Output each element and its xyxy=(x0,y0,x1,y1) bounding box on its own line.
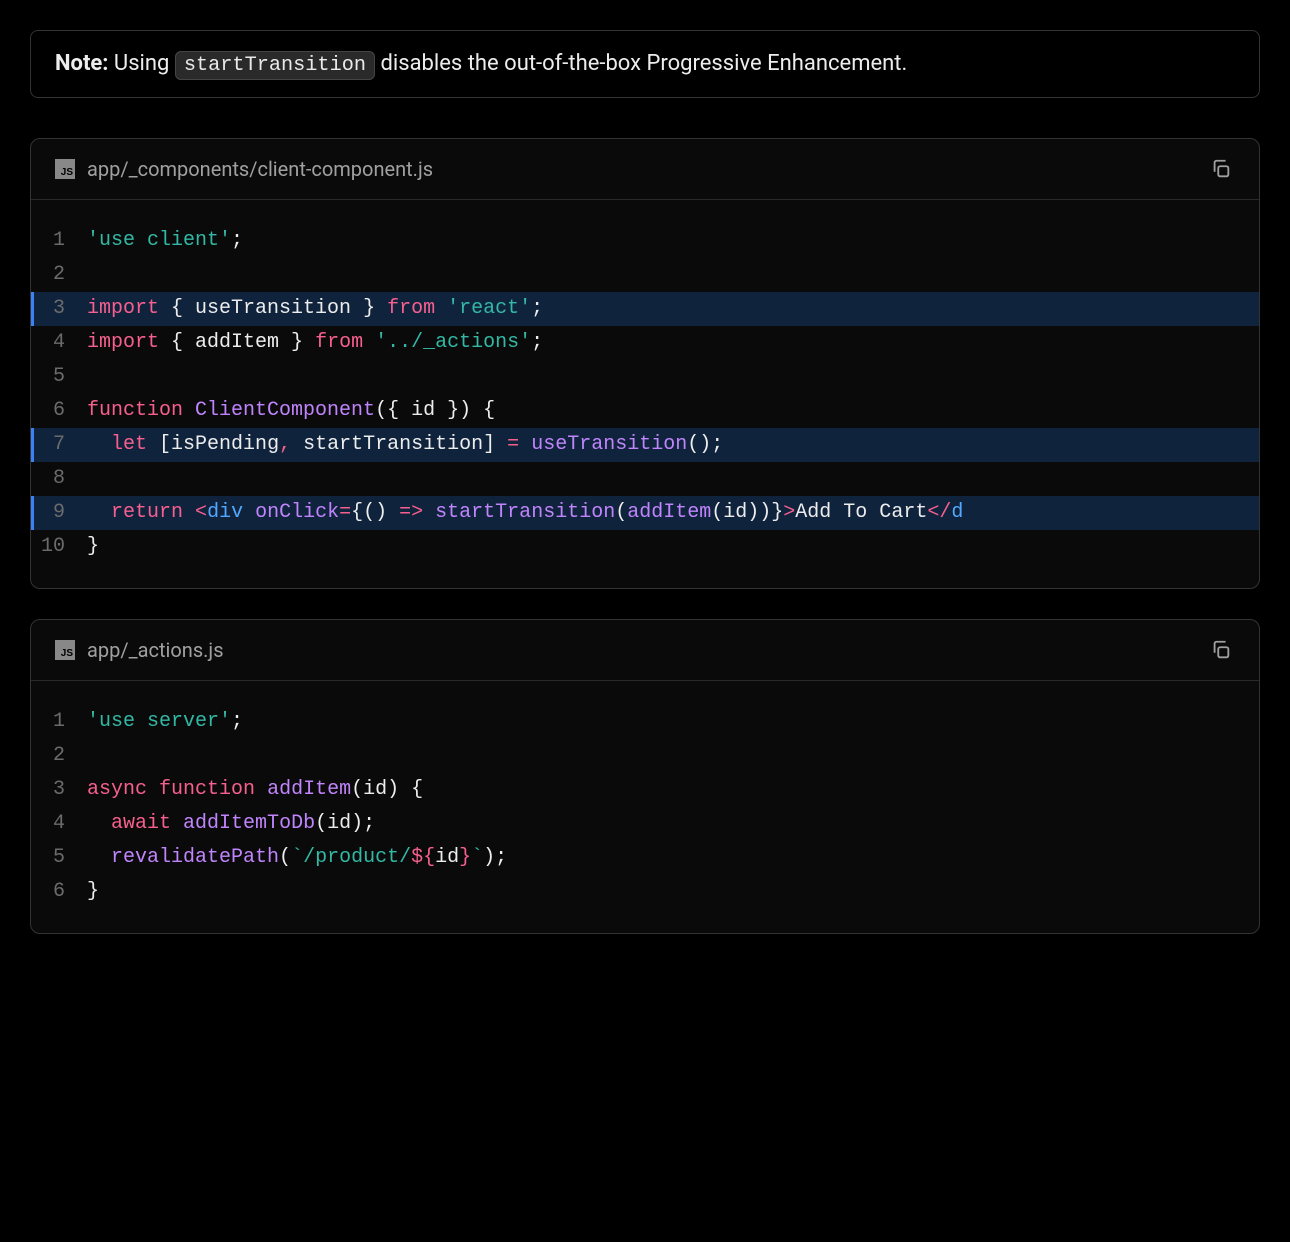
line-content: import { useTransition } from 'react'; xyxy=(87,292,543,326)
line-number: 4 xyxy=(31,326,87,360)
code-header: JS app/_actions.js xyxy=(31,620,1259,681)
code-block: JS app/_actions.js 1'use server';23async f… xyxy=(30,619,1260,934)
filename: app/_components/client-component.js xyxy=(87,157,433,181)
code-line: 10} xyxy=(31,530,1259,564)
line-content: let [isPending, startTransition] = useTr… xyxy=(87,428,723,462)
code-line: 7 let [isPending, startTransition] = use… xyxy=(31,428,1259,462)
code-line: 5 revalidatePath(`/product/${id}`); xyxy=(31,841,1259,875)
js-icon: JS xyxy=(55,159,75,179)
note-label: Note: xyxy=(55,51,108,76)
line-content: } xyxy=(87,875,99,909)
code-line: 4 await addItemToDb(id); xyxy=(31,807,1259,841)
code-line: 1'use client'; xyxy=(31,224,1259,258)
line-content: 'use server'; xyxy=(87,705,243,739)
code-line: 6} xyxy=(31,875,1259,909)
code-line: 2 xyxy=(31,739,1259,773)
line-content: async function addItem(id) { xyxy=(87,773,423,807)
copy-button[interactable] xyxy=(1207,636,1235,664)
note-callout: Note: Using startTransition disables the… xyxy=(30,30,1260,98)
line-content: } xyxy=(87,530,99,564)
code-line: 5 xyxy=(31,360,1259,394)
line-number: 6 xyxy=(31,875,87,909)
line-number: 6 xyxy=(31,394,87,428)
line-number: 5 xyxy=(31,841,87,875)
note-text-before: Using xyxy=(108,51,174,76)
code-line: 3async function addItem(id) { xyxy=(31,773,1259,807)
line-number: 4 xyxy=(31,807,87,841)
code-line: 6function ClientComponent({ id }) { xyxy=(31,394,1259,428)
line-number: 9 xyxy=(31,496,87,530)
code-line: 9 return <div onClick={() => startTransi… xyxy=(31,496,1259,530)
code-header: JS app/_components/client-component.js xyxy=(31,139,1259,200)
line-number: 10 xyxy=(31,530,87,564)
line-number: 8 xyxy=(31,462,87,496)
line-content: function ClientComponent({ id }) { xyxy=(87,394,495,428)
line-number: 2 xyxy=(31,258,87,292)
code-body: 1'use server';23async function addItem(i… xyxy=(31,681,1259,933)
line-content: return <div onClick={() => startTransiti… xyxy=(87,496,963,530)
code-line: 4import { addItem } from '../_actions'; xyxy=(31,326,1259,360)
code-line: 1'use server'; xyxy=(31,705,1259,739)
code-line: 8 xyxy=(31,462,1259,496)
line-content: revalidatePath(`/product/${id}`); xyxy=(87,841,507,875)
line-number: 3 xyxy=(31,292,87,326)
inline-code: startTransition xyxy=(175,51,375,80)
line-content: await addItemToDb(id); xyxy=(87,807,375,841)
line-number: 1 xyxy=(31,705,87,739)
line-content: import { addItem } from '../_actions'; xyxy=(87,326,543,360)
line-number: 1 xyxy=(31,224,87,258)
line-content: 'use client'; xyxy=(87,224,243,258)
js-icon: JS xyxy=(55,640,75,660)
code-block: JS app/_components/client-component.js 1'u… xyxy=(30,138,1260,589)
line-number: 3 xyxy=(31,773,87,807)
note-text-after: disables the out-of-the-box Progressive … xyxy=(375,51,907,76)
copy-button[interactable] xyxy=(1207,155,1235,183)
copy-icon xyxy=(1210,639,1232,661)
line-number: 5 xyxy=(31,360,87,394)
line-number: 7 xyxy=(31,428,87,462)
code-line: 3import { useTransition } from 'react'; xyxy=(31,292,1259,326)
filename: app/_actions.js xyxy=(87,638,224,662)
code-body: 1'use client';23import { useTransition }… xyxy=(31,200,1259,588)
code-line: 2 xyxy=(31,258,1259,292)
line-number: 2 xyxy=(31,739,87,773)
copy-icon xyxy=(1210,158,1232,180)
